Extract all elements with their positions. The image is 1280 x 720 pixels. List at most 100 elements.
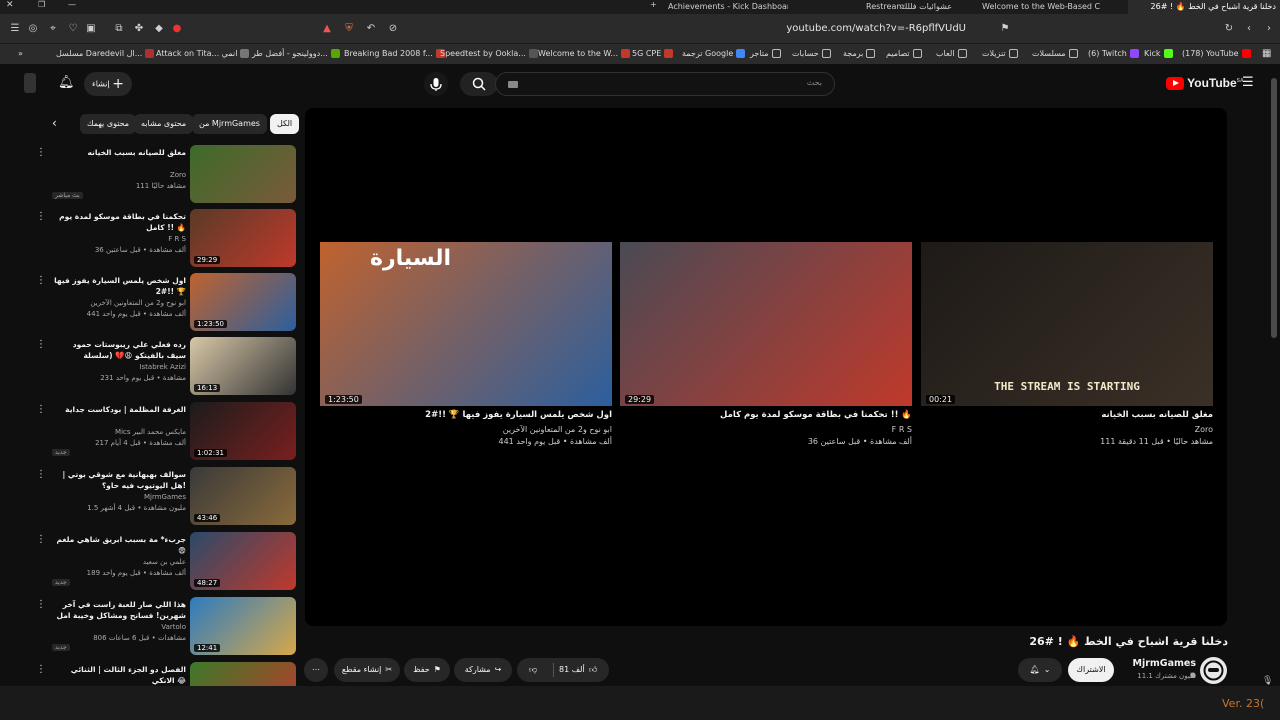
recommended-title[interactable]: رده فعلي علي ريبوستات حمود سيف بالفيتكو … — [52, 339, 186, 362]
chip-all[interactable]: الكل — [270, 114, 300, 134]
notification-bell-button[interactable]: 🔔︎ ⌄ — [1018, 658, 1062, 682]
bookmark-folder[interactable]: تنزيلات — [982, 44, 1018, 64]
recommended-video-item[interactable]: ⋮ اول شخص يلمس السيارة يفوز فيها 🏆 !!#2 اب… — [36, 273, 296, 333]
tab-youtube-active[interactable]: دخلنا قرية اشباح في الخط 🔥 ! #26 — [1128, 0, 1280, 14]
recommended-thumbnail[interactable]: 48:27 — [190, 532, 296, 590]
recommended-channel[interactable]: Vartolo — [52, 623, 186, 631]
share-button[interactable]: مشاركة ↪ — [454, 658, 512, 682]
hamburger-menu-icon[interactable]: ☰ — [1242, 75, 1254, 90]
recommended-channel[interactable]: ابو نوح و2 من المتعاونين الآخرين — [52, 299, 186, 307]
url-field[interactable]: youtube.com/watch?v=-R6pflfVUdU — [440, 20, 980, 38]
menu-icon[interactable]: ☰ — [8, 22, 22, 36]
bookmark-folder[interactable]: العاب — [936, 44, 967, 64]
recommended-video-item[interactable]: ⋮ تحكمنا في بطاقة موسكو لمدة يوم كامل !! … — [36, 209, 296, 269]
heart-icon[interactable]: ♡ — [66, 22, 80, 36]
more-options-icon[interactable]: ⋮ — [36, 469, 46, 480]
forward-icon[interactable]: ‹ — [1242, 22, 1256, 36]
voice-search-button[interactable] — [424, 72, 448, 96]
all-bookmarks-icon[interactable]: ▦ — [1262, 48, 1271, 59]
more-bookmarks-icon[interactable]: » — [18, 49, 23, 58]
recommended-video-item[interactable]: ⋮ مغلق للصيانه بسبب الخيانه Zoro 111 مشاهد … — [36, 145, 296, 205]
endscreen-thumbnail[interactable]: THE STREAM IS STARTING 00:21 — [921, 242, 1213, 406]
tab-restream[interactable]: Restream — [866, 0, 906, 14]
shield-icon[interactable]: ◎ — [26, 22, 40, 36]
endscreen-thumbnail[interactable]: السيارة 1:23:50 — [320, 242, 612, 406]
recommended-channel[interactable]: Zoro — [52, 171, 186, 179]
location-icon[interactable]: ⌖ — [46, 22, 60, 36]
profile-avatar[interactable] — [24, 73, 36, 93]
recommended-thumbnail[interactable]: 43:46 — [190, 467, 296, 525]
bookmark-item[interactable]: Breaking Bad 2008 f... — [344, 44, 445, 64]
sidebar-icon[interactable]: ▣ — [84, 22, 98, 36]
search-input[interactable]: بحث — [495, 72, 835, 96]
create-button[interactable]: إنشاء + — [84, 72, 132, 96]
recommended-thumbnail[interactable] — [190, 662, 296, 686]
bookmark-item[interactable]: مسلسل Daredevil ال... — [56, 44, 155, 64]
bookmark-icon[interactable]: ⚑ — [998, 22, 1012, 36]
recommended-video-item[interactable]: ⋮ سوالف بهبهانية مع شوقي بوتي | هل اليوتي… — [36, 467, 296, 527]
recommended-title[interactable]: اول شخص يلمس السيارة يفوز فيها 🏆 !!#2 — [52, 275, 186, 297]
more-options-icon[interactable]: ⋮ — [36, 211, 46, 222]
restore-window-icon[interactable]: ❐ — [38, 0, 45, 9]
save-button[interactable]: حفظ ⚑ — [404, 658, 450, 682]
screenshot-icon[interactable]: ⧉ — [112, 22, 126, 36]
recommended-video-item[interactable]: ⋮ هذا اللي صار للعبة راست في آخر شهرين! ف… — [36, 597, 296, 657]
more-options-icon[interactable]: ⋮ — [36, 599, 46, 610]
endscreen-thumbnail[interactable]: 29:29 — [620, 242, 912, 406]
video-player[interactable]: السيارة 1:23:50 اول شخص يلمس السيارة يفوز … — [305, 108, 1227, 626]
recommended-channel[interactable]: Mics مايكس محمد البير — [52, 428, 186, 436]
recommended-video-item[interactable]: ⋮ الفصل دو الجزء الثالث | الثنائي الانكي … — [36, 662, 296, 686]
more-options-icon[interactable]: ⋮ — [36, 664, 46, 675]
clip-button[interactable]: إنشاء مقطع ✂ — [334, 658, 400, 682]
recommended-video-item[interactable]: ⋮ جربء* مة بسبب ابريق شاهي ملغم 😨 علمي بن … — [36, 532, 296, 592]
bookmark-item[interactable]: Speedtest by Ookla... — [440, 44, 538, 64]
record-icon[interactable]: ● — [170, 22, 184, 36]
subscribe-button[interactable]: الاشتراك — [1068, 658, 1114, 682]
recommended-title[interactable]: مغلق للصيانه بسبب الخيانه — [52, 147, 186, 158]
reload-icon[interactable]: ↻ — [1222, 22, 1236, 36]
bookmark-item[interactable]: Welcome to the W... — [538, 44, 631, 64]
bookmark-item[interactable]: ترجمة Google — [682, 44, 746, 64]
search-button[interactable] — [460, 72, 498, 96]
recommended-thumbnail[interactable]: 16:13 — [190, 337, 296, 395]
page-scrollbar[interactable] — [1271, 78, 1277, 338]
endscreen-title[interactable]: اول شخص يلمس السيارة يفوز فيها 🏆 !!#2 — [320, 410, 612, 420]
more-options-icon[interactable]: ⋮ — [36, 339, 46, 350]
chip-from-channel[interactable]: من MjrmGames — [192, 114, 267, 134]
bookmark-item[interactable]: (6) Twitch — [1088, 44, 1139, 64]
more-options-icon[interactable]: ⋮ — [36, 275, 46, 286]
diamond-icon[interactable]: ◆ — [152, 22, 166, 36]
channel-avatar[interactable] — [1200, 657, 1227, 684]
bookmark-folder[interactable]: مسلسلات — [1032, 44, 1078, 64]
bookmark-folder[interactable]: تصاميم — [886, 44, 922, 64]
share-icon[interactable]: ↶ — [364, 22, 378, 36]
like-count[interactable]: 81 ألف — [559, 658, 585, 682]
keyboard-icon[interactable] — [508, 81, 518, 88]
recommended-channel[interactable]: MjrmGames — [52, 493, 186, 501]
dislike-button[interactable]: 👎︎ — [529, 658, 537, 682]
recommended-title[interactable]: هذا اللي صار للعبة راست في آخر شهرين! فس… — [52, 599, 186, 622]
more-actions-button[interactable]: ⋯ — [304, 658, 328, 682]
chip-similar[interactable]: محتوى مشابه — [134, 114, 194, 134]
bookmark-item[interactable]: دوولينجو - أفضل طر... — [252, 44, 340, 64]
recommended-channel[interactable]: علمي بن سعيد — [52, 558, 186, 566]
recommended-thumbnail[interactable]: 1:23:50 — [190, 273, 296, 331]
endscreen-channel[interactable]: F R S — [620, 425, 912, 434]
new-tab-icon[interactable]: + — [650, 0, 657, 9]
tab-kick-dashboard[interactable]: Achievements - Kick Dashboard — [668, 0, 788, 14]
no-tracking-icon[interactable]: ⊘ — [386, 22, 400, 36]
recommended-title[interactable]: تحكمنا في بطاقة موسكو لمدة يوم كامل !! 🔥 — [52, 211, 186, 233]
more-options-icon[interactable]: ⋮ — [36, 404, 46, 415]
bookmark-folder[interactable]: متاجر — [750, 44, 781, 64]
minimize-window-icon[interactable]: — — [68, 0, 76, 9]
recommended-title[interactable]: الغرفة المظلمة | بودكاست جداية — [52, 404, 186, 415]
extensions-icon[interactable]: ✤ — [132, 22, 146, 36]
recommended-channel[interactable]: F R S — [52, 235, 186, 243]
like-icon[interactable]: 👍︎ — [589, 658, 597, 682]
bookmark-item[interactable]: Attack on Tita... انمي — [156, 44, 250, 64]
more-options-icon[interactable]: ⋮ — [36, 534, 46, 545]
recommended-thumbnail[interactable]: 12:41 — [190, 597, 296, 655]
tab-web-config[interactable]: Welcome to the Web-Based Config... — [982, 0, 1100, 14]
close-window-icon[interactable]: ✕ — [6, 0, 14, 10]
bookmark-folder[interactable]: حسابات — [792, 44, 831, 64]
